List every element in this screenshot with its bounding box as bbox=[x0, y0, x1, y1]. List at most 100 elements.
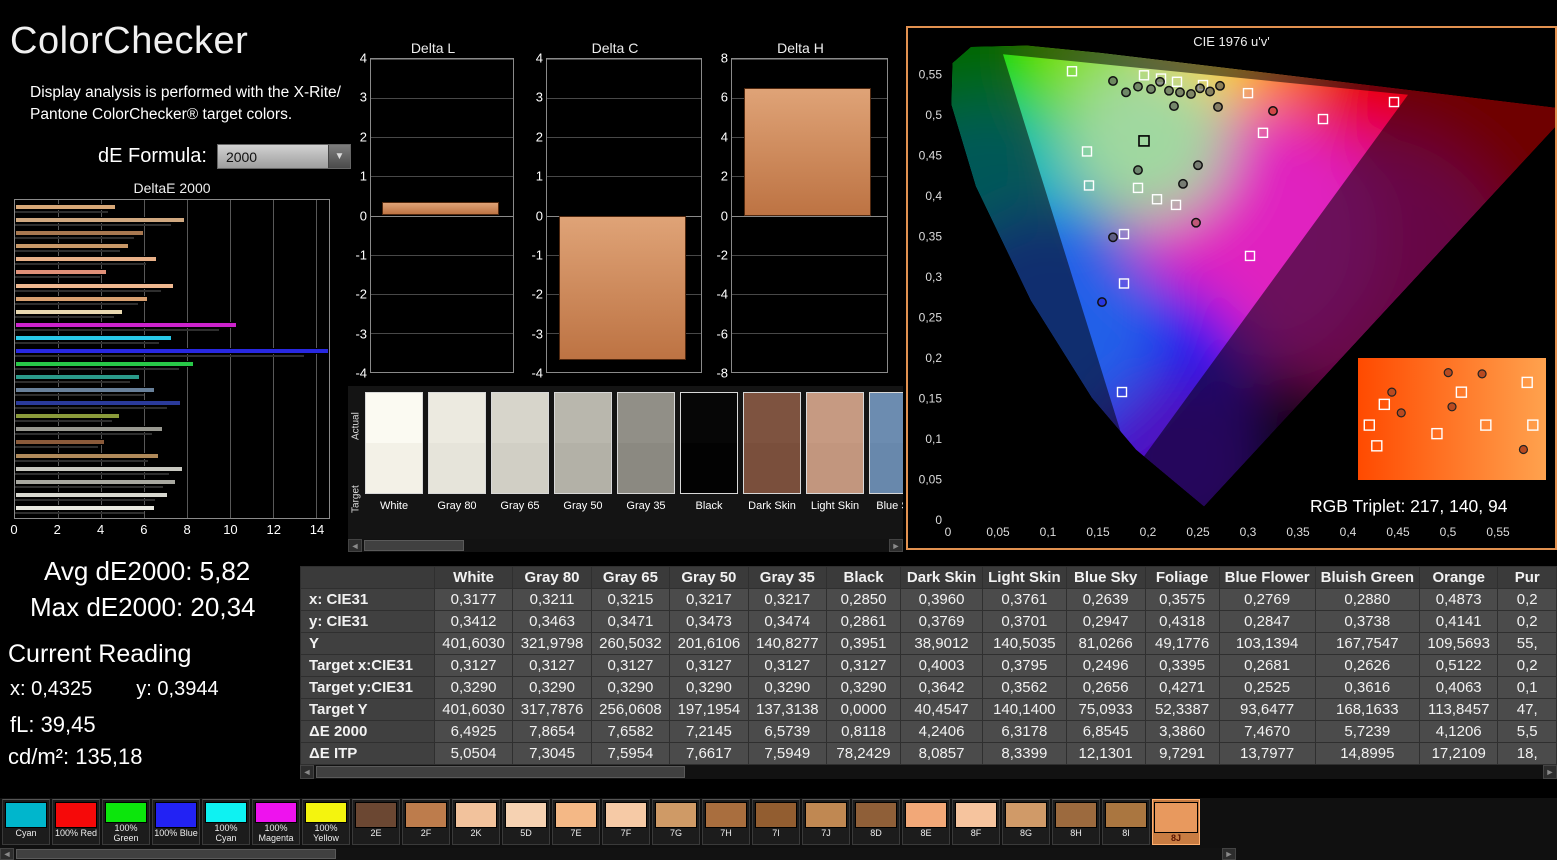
de-formula-dropdown[interactable]: 2000 ▼ bbox=[216, 144, 351, 169]
table-cell: 0,3474 bbox=[747, 610, 828, 633]
toolbar-scrollbar[interactable]: ◄ ► bbox=[0, 848, 1236, 860]
patch-button-8i[interactable]: 8I bbox=[1102, 799, 1150, 845]
table-cell: 0,3473 bbox=[669, 610, 749, 633]
patch-label: Black bbox=[695, 500, 723, 512]
patch-button-2e[interactable]: 2E bbox=[352, 799, 400, 845]
patch-swatch-box bbox=[365, 392, 423, 494]
current-x-value: x: 0,4325 bbox=[10, 678, 93, 700]
patch-button-8j[interactable]: 8J bbox=[1152, 799, 1200, 845]
table-cell: 0,3217 bbox=[669, 588, 749, 611]
gridline bbox=[732, 215, 887, 217]
scroll-left-icon[interactable]: ◄ bbox=[0, 848, 14, 860]
deltae-bar-row bbox=[15, 465, 329, 475]
table-cell: 140,5035 bbox=[982, 632, 1067, 655]
table-cell: 17,2109 bbox=[1418, 742, 1499, 765]
table-cell: 0,3738 bbox=[1314, 610, 1420, 633]
patch-button-2f[interactable]: 2F bbox=[402, 799, 450, 845]
deltae-chart-title: DeltaE 2000 bbox=[133, 180, 211, 196]
patch-button-cyan[interactable]: Cyan bbox=[2, 799, 50, 845]
patch-label: Light Skin bbox=[810, 500, 860, 512]
deltae-x-tick: 4 bbox=[96, 522, 105, 537]
scroll-left-icon[interactable]: ◄ bbox=[300, 765, 314, 779]
patch-button-7g[interactable]: 7G bbox=[652, 799, 700, 845]
chevron-down-icon[interactable]: ▼ bbox=[327, 145, 350, 168]
strip-scrollbar[interactable]: ◄ ► bbox=[348, 539, 903, 552]
table-column-header: Bluish Green bbox=[1314, 566, 1420, 589]
scroll-right-icon[interactable]: ► bbox=[1543, 765, 1557, 779]
table-column-header: Blue Sky bbox=[1065, 566, 1146, 589]
table-column-header: Black bbox=[826, 566, 902, 589]
toolbar-scroll-track[interactable] bbox=[14, 848, 1222, 860]
deltae-bar-row bbox=[15, 308, 329, 318]
deltae-bar-row bbox=[15, 374, 329, 384]
patch-button-100-red[interactable]: 100% Red bbox=[52, 799, 100, 845]
table-scroll-track[interactable] bbox=[314, 765, 1543, 779]
patch-button-100-green[interactable]: 100% Green bbox=[102, 799, 150, 845]
patch-button-7i[interactable]: 7I bbox=[752, 799, 800, 845]
patch-button-100-magenta[interactable]: 100% Magenta bbox=[252, 799, 300, 845]
deltae-bar-row bbox=[15, 347, 329, 357]
y-tick-label: 3 bbox=[359, 89, 367, 105]
patch-color bbox=[405, 802, 447, 828]
strip-scroll-track[interactable] bbox=[362, 539, 889, 552]
patch-button-5d[interactable]: 5D bbox=[502, 799, 550, 845]
patch-label: Gray 80 bbox=[437, 500, 477, 512]
strip-scroll-thumb[interactable] bbox=[364, 540, 464, 551]
delta-h-title: Delta H bbox=[777, 40, 824, 56]
scroll-right-icon[interactable]: ► bbox=[889, 539, 903, 552]
y-tick-label: -1 bbox=[355, 247, 367, 263]
toolbar-scroll-thumb[interactable] bbox=[16, 849, 336, 859]
table-cell: 0,2847 bbox=[1218, 610, 1316, 633]
deltae-bar-row bbox=[15, 426, 329, 436]
patch-button-100-cyan[interactable]: 100% Cyan bbox=[202, 799, 250, 845]
table-cell: 0,0000 bbox=[826, 698, 902, 721]
table-cell: 167,7547 bbox=[1314, 632, 1420, 655]
patch-button-7h[interactable]: 7H bbox=[702, 799, 750, 845]
table-scroll-thumb[interactable] bbox=[316, 766, 685, 778]
table-cell: 75,0933 bbox=[1065, 698, 1146, 721]
patch-button-8f[interactable]: 8F bbox=[952, 799, 1000, 845]
deltae-bar-row bbox=[15, 387, 329, 397]
scroll-left-icon[interactable]: ◄ bbox=[348, 539, 362, 552]
table-cell: 7,3045 bbox=[512, 742, 592, 765]
patch-button-7j[interactable]: 7J bbox=[802, 799, 850, 845]
patch-button-8h[interactable]: 8H bbox=[1052, 799, 1100, 845]
table-cell: 0,3471 bbox=[590, 610, 671, 633]
deltae-chart: DeltaE 2000 0 2 4 6 8 10 12 14 bbox=[10, 180, 330, 538]
patch-button-7f[interactable]: 7F bbox=[602, 799, 650, 845]
patch-label: Dark Skin bbox=[748, 500, 796, 512]
table-column-header: Dark Skin bbox=[900, 566, 984, 589]
patch-button-label: 100% Cyan bbox=[214, 823, 238, 844]
patch-swatch: White bbox=[365, 392, 423, 512]
patch-button-label: 8J bbox=[1170, 833, 1181, 843]
target-color bbox=[744, 443, 800, 493]
table-cell: 0,3127 bbox=[747, 654, 828, 677]
table-cell: 0,2769 bbox=[1218, 588, 1316, 611]
cie-y-tick: 0,4 bbox=[925, 189, 942, 203]
actual-target-strip: Actual Target White Gray 80 Gray 65 Gray 50… bbox=[348, 386, 903, 552]
table-cell: 0,3395 bbox=[1144, 654, 1220, 677]
table-scrollbar[interactable]: ◄ ► bbox=[300, 765, 1557, 779]
table-cell: 0,4141 bbox=[1418, 610, 1499, 633]
patch-label: Gray 65 bbox=[500, 500, 540, 512]
patch-button-2k[interactable]: 2K bbox=[452, 799, 500, 845]
patch-button-8g[interactable]: 8G bbox=[1002, 799, 1050, 845]
patch-color bbox=[505, 802, 547, 828]
table-cell: 0,3290 bbox=[433, 676, 514, 699]
target-color bbox=[681, 443, 737, 493]
patch-button-7e[interactable]: 7E bbox=[552, 799, 600, 845]
patch-button-8e[interactable]: 8E bbox=[902, 799, 950, 845]
cie-y-tick: 0,15 bbox=[919, 392, 943, 406]
patch-button-label: 2K bbox=[470, 828, 482, 838]
gridline bbox=[371, 254, 513, 256]
table-cell: 256,0608 bbox=[590, 698, 671, 721]
table-cell: 0,3127 bbox=[669, 654, 749, 677]
deltae-bar-row bbox=[15, 400, 329, 410]
patch-button-100-blue[interactable]: 100% Blue bbox=[152, 799, 200, 845]
table-row: ΔE 2000 6,4925 7,8654 7,6582 7,2145 6,5739 0,8… bbox=[300, 720, 1557, 743]
y-tick-label: -4 bbox=[355, 365, 367, 381]
patch-button-100-yellow[interactable]: 100% Yellow bbox=[302, 799, 350, 845]
patch-button-8d[interactable]: 8D bbox=[852, 799, 900, 845]
measurement-marker bbox=[1169, 101, 1179, 112]
scroll-right-icon[interactable]: ► bbox=[1222, 848, 1236, 860]
